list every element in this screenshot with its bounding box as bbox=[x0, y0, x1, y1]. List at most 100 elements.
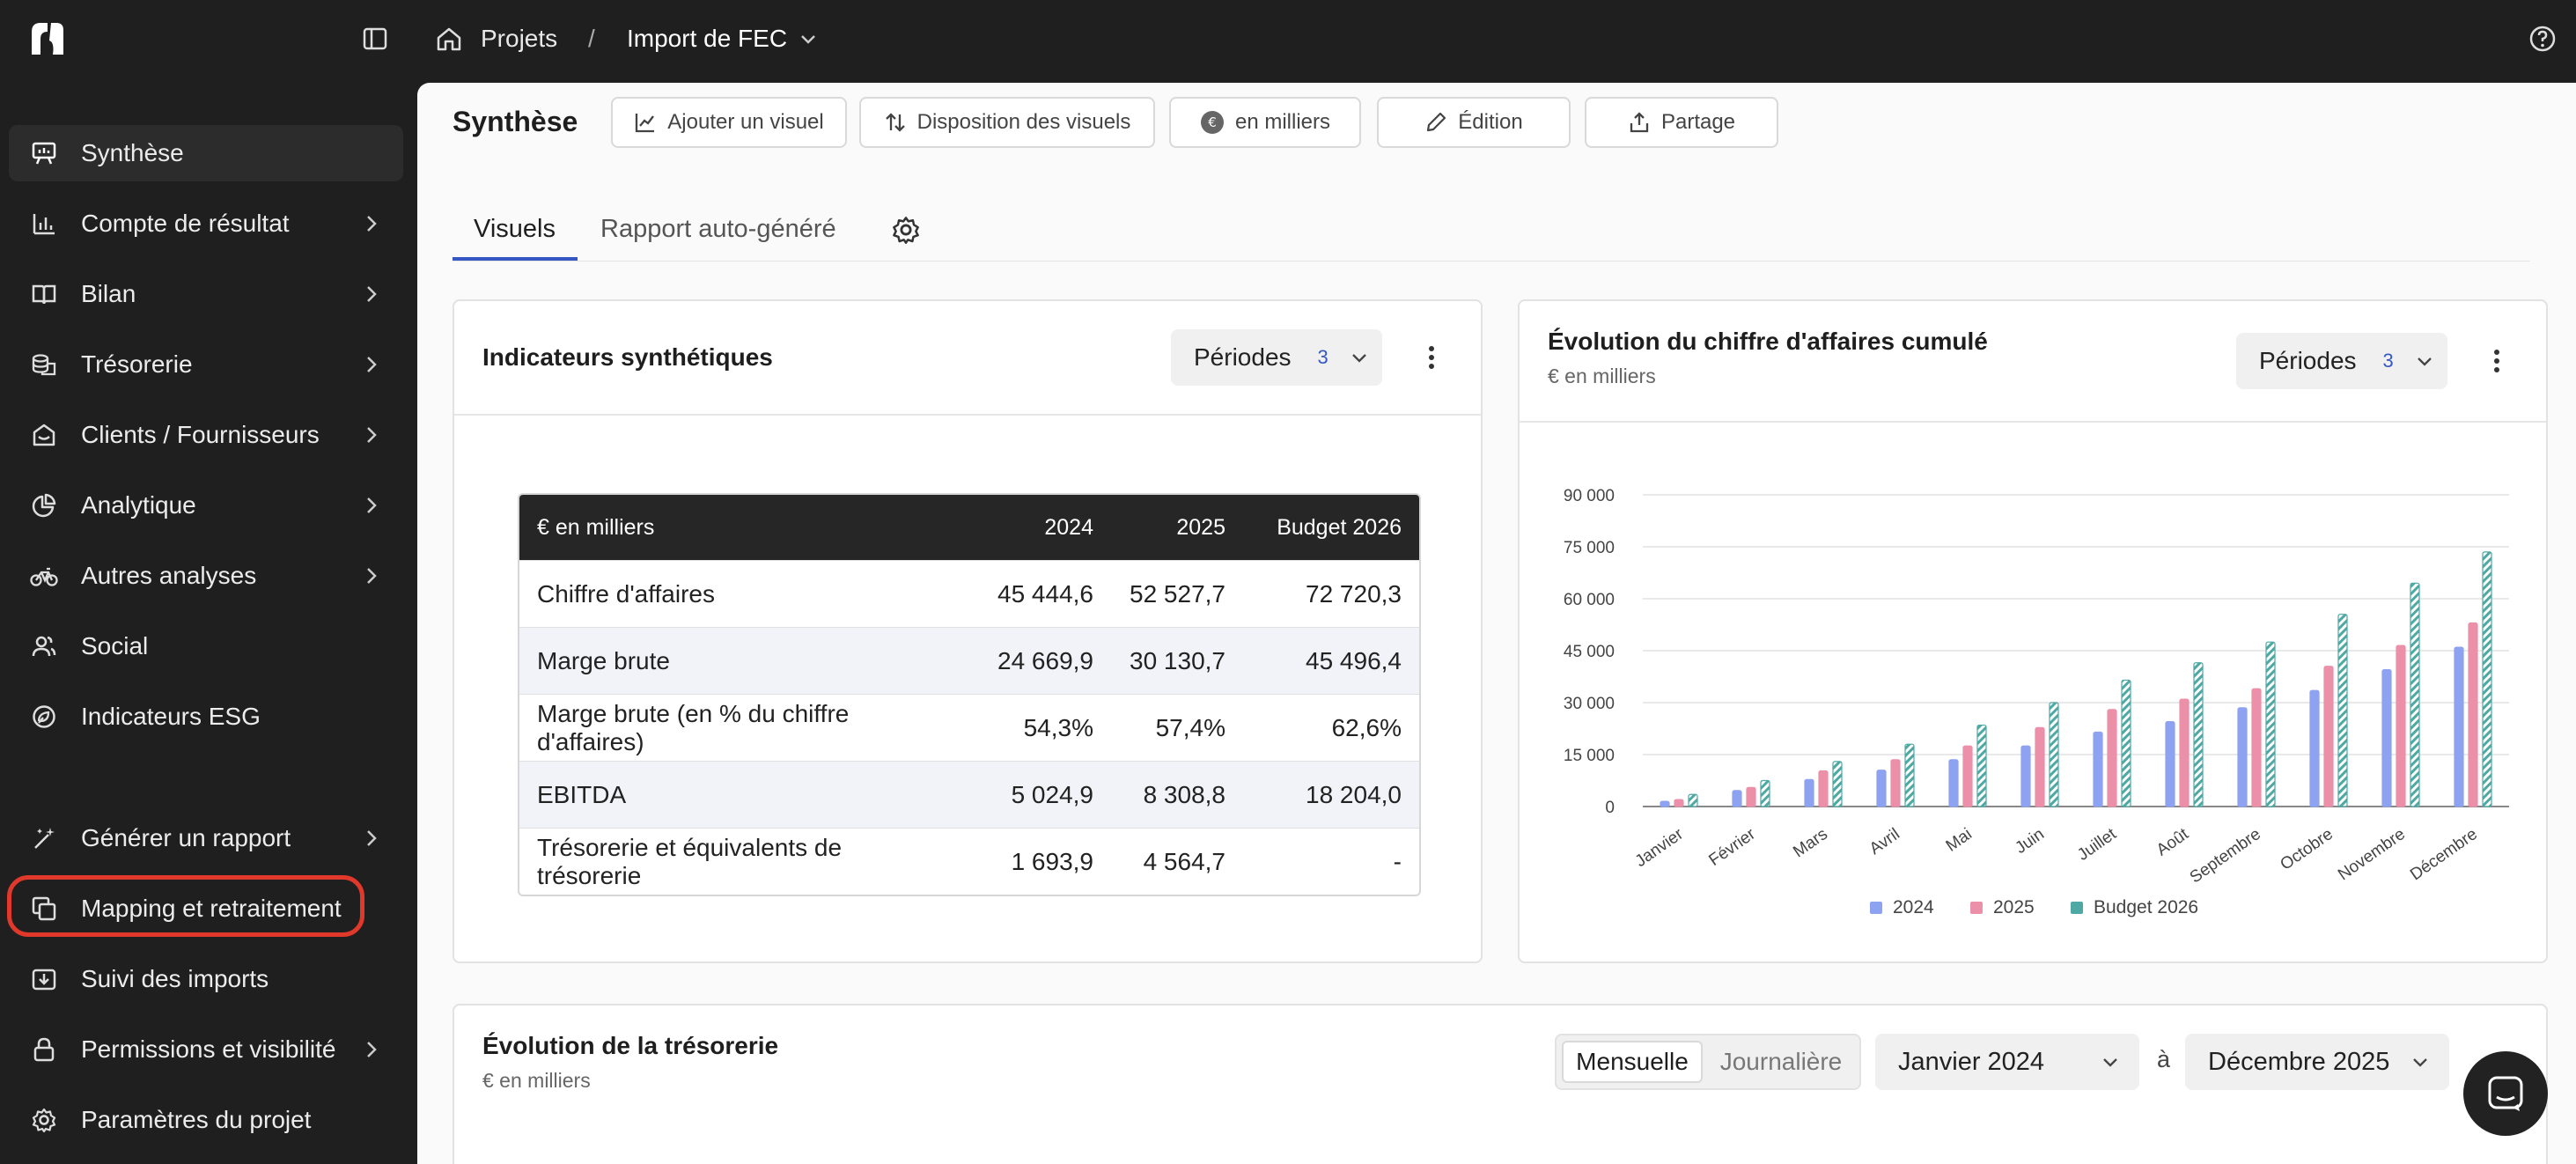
treasury-subtitle: € en milliers bbox=[482, 1069, 591, 1092]
end-period-dropdown[interactable]: Décembre 2025 bbox=[2185, 1034, 2449, 1090]
sidebar-item-label: Paramètres du projet bbox=[81, 1106, 312, 1133]
y-tick-label: 75 000 bbox=[1564, 539, 1615, 557]
sidebar-item-clients-fournisseurs[interactable]: Clients / Fournisseurs bbox=[9, 407, 403, 463]
bar-2024 bbox=[1732, 790, 1742, 807]
bar-2025 bbox=[2251, 688, 2262, 807]
bar-budget-2026 bbox=[1976, 724, 1987, 807]
daily-option[interactable]: Journalière bbox=[1706, 1041, 1856, 1083]
more-options-icon[interactable] bbox=[2488, 343, 2506, 379]
share-icon bbox=[1630, 112, 1649, 133]
table-cell: 54,3% bbox=[961, 694, 1111, 762]
indicators-title: Indicateurs synthétiques bbox=[482, 343, 773, 371]
sidebar-item-suivi-imports[interactable]: Suivi des imports bbox=[9, 951, 403, 1007]
sidebar-item-indicateurs-esg[interactable]: Indicateurs ESG bbox=[9, 689, 403, 745]
table-row: Marge brute (en % du chiffre d'affaires)… bbox=[519, 694, 1419, 762]
import-icon bbox=[28, 963, 60, 995]
sidebar-item-analytique[interactable]: Analytique bbox=[9, 477, 403, 534]
table-cell: 45 444,6 bbox=[961, 560, 1111, 628]
help-icon[interactable] bbox=[2525, 21, 2560, 56]
row-label: EBITDA bbox=[519, 761, 961, 829]
periods-dropdown[interactable]: Périodes 3 bbox=[2236, 333, 2447, 389]
sidebar-item-permissions[interactable]: Permissions et visibilité bbox=[9, 1021, 403, 1078]
highlight-outline bbox=[7, 875, 364, 937]
table-cell: 62,6% bbox=[1243, 694, 1419, 762]
bar-budget-2026 bbox=[1688, 793, 1698, 807]
table-header-row: € en milliers 2024 2025 Budget 2026 bbox=[519, 495, 1419, 561]
chevron-right-icon bbox=[367, 497, 377, 513]
chevron-down-icon[interactable] bbox=[791, 21, 826, 56]
bar-2024 bbox=[2237, 707, 2248, 807]
bar-2025 bbox=[2468, 622, 2478, 807]
sidebar-item-compte-de-resultat[interactable]: Compte de résultat bbox=[9, 195, 403, 252]
bar-budget-2026 bbox=[1832, 761, 1843, 807]
table-cell: - bbox=[1243, 828, 1419, 895]
edit-button[interactable]: Édition bbox=[1377, 97, 1571, 148]
units-button[interactable]: € en milliers bbox=[1169, 97, 1361, 148]
bar-budget-2026 bbox=[2337, 614, 2348, 807]
app-logo-icon[interactable] bbox=[28, 19, 67, 58]
periods-dropdown[interactable]: Périodes 3 bbox=[1171, 329, 1382, 386]
x-tick-label: Septembre bbox=[2187, 825, 2264, 888]
more-options-icon[interactable] bbox=[1423, 340, 1440, 375]
start-period-dropdown[interactable]: Janvier 2024 bbox=[1875, 1034, 2139, 1090]
column-header: 2025 bbox=[1111, 495, 1243, 561]
bar-budget-2026 bbox=[2265, 641, 2276, 807]
sidebar-toggle-icon[interactable] bbox=[357, 21, 393, 56]
legend-label: 2025 bbox=[1993, 897, 2035, 917]
bar-2024 bbox=[2093, 731, 2103, 807]
sidebar: Synthèse Compte de résultat Bilan Trésor… bbox=[0, 83, 417, 1164]
svg-text:€: € bbox=[1208, 114, 1217, 130]
bar-2024 bbox=[2381, 669, 2392, 807]
settings-gear-icon[interactable] bbox=[891, 215, 921, 245]
layout-visuals-button[interactable]: Disposition des visuels bbox=[859, 97, 1155, 148]
x-tick-label: Juin bbox=[2012, 825, 2048, 858]
chevron-right-icon bbox=[367, 427, 377, 443]
chevron-right-icon bbox=[367, 286, 377, 302]
share-button[interactable]: Partage bbox=[1585, 97, 1778, 148]
granularity-toggle: Mensuelle Journalière bbox=[1555, 1034, 1861, 1090]
coins-icon bbox=[28, 349, 60, 380]
table-cell: 18 204,0 bbox=[1243, 761, 1419, 829]
bar-2025 bbox=[1818, 770, 1829, 807]
chevron-down-icon bbox=[2103, 1058, 2117, 1067]
sidebar-item-generer-rapport[interactable]: Générer un rapport bbox=[9, 810, 403, 866]
periods-count-badge: 3 bbox=[1317, 346, 1328, 368]
sidebar-item-synthese[interactable]: Synthèse bbox=[9, 125, 403, 181]
legend-swatch bbox=[2071, 902, 2083, 914]
book-icon bbox=[28, 278, 60, 310]
chevron-down-icon bbox=[2417, 357, 2432, 366]
sidebar-item-autres-analyses[interactable]: Autres analyses bbox=[9, 548, 403, 604]
home-icon[interactable] bbox=[431, 21, 467, 56]
breadcrumb-current[interactable]: Import de FEC bbox=[627, 23, 787, 55]
breadcrumb-projects[interactable]: Projets bbox=[481, 23, 557, 55]
y-tick-label: 0 bbox=[1605, 799, 1615, 817]
periods-count-badge: 3 bbox=[2382, 350, 2394, 372]
monthly-option[interactable]: Mensuelle bbox=[1562, 1041, 1703, 1083]
legend-label: Budget 2026 bbox=[2094, 897, 2198, 917]
euro-icon: € bbox=[1200, 111, 1224, 134]
sidebar-item-social[interactable]: Social bbox=[9, 618, 403, 674]
bar-2024 bbox=[1660, 800, 1670, 807]
chevron-right-icon bbox=[367, 357, 377, 372]
tab-visuels[interactable]: Visuels bbox=[474, 215, 556, 244]
x-tick-label: Juillet bbox=[2074, 824, 2120, 864]
indicators-card: Indicateurs synthétiques Périodes 3 € en… bbox=[453, 299, 1483, 963]
sidebar-item-parametres[interactable]: Paramètres du projet bbox=[9, 1092, 403, 1148]
gear-icon bbox=[28, 1104, 60, 1136]
sidebar-item-tresorerie[interactable]: Trésorerie bbox=[9, 336, 403, 393]
tab-rapport-auto[interactable]: Rapport auto-généré bbox=[600, 215, 836, 244]
range-separator: à bbox=[2157, 1046, 2171, 1072]
add-visual-button[interactable]: Ajouter un visuel bbox=[611, 97, 847, 148]
bar-2025 bbox=[2323, 666, 2334, 807]
x-tick-label: Mai bbox=[1943, 825, 1976, 856]
support-chat-button[interactable] bbox=[2463, 1051, 2548, 1136]
row-label: Trésorerie et équivalents de trésorerie bbox=[519, 828, 961, 895]
users-icon bbox=[28, 630, 60, 662]
bar-2025 bbox=[1962, 745, 1973, 807]
legend-swatch bbox=[1870, 902, 1882, 914]
row-label: Chiffre d'affaires bbox=[519, 560, 961, 628]
table-row: Chiffre d'affaires 45 444,6 52 527,7 72 … bbox=[519, 560, 1419, 628]
pencil-icon bbox=[1427, 112, 1446, 132]
sidebar-item-bilan[interactable]: Bilan bbox=[9, 266, 403, 322]
active-tab-indicator bbox=[453, 257, 578, 261]
